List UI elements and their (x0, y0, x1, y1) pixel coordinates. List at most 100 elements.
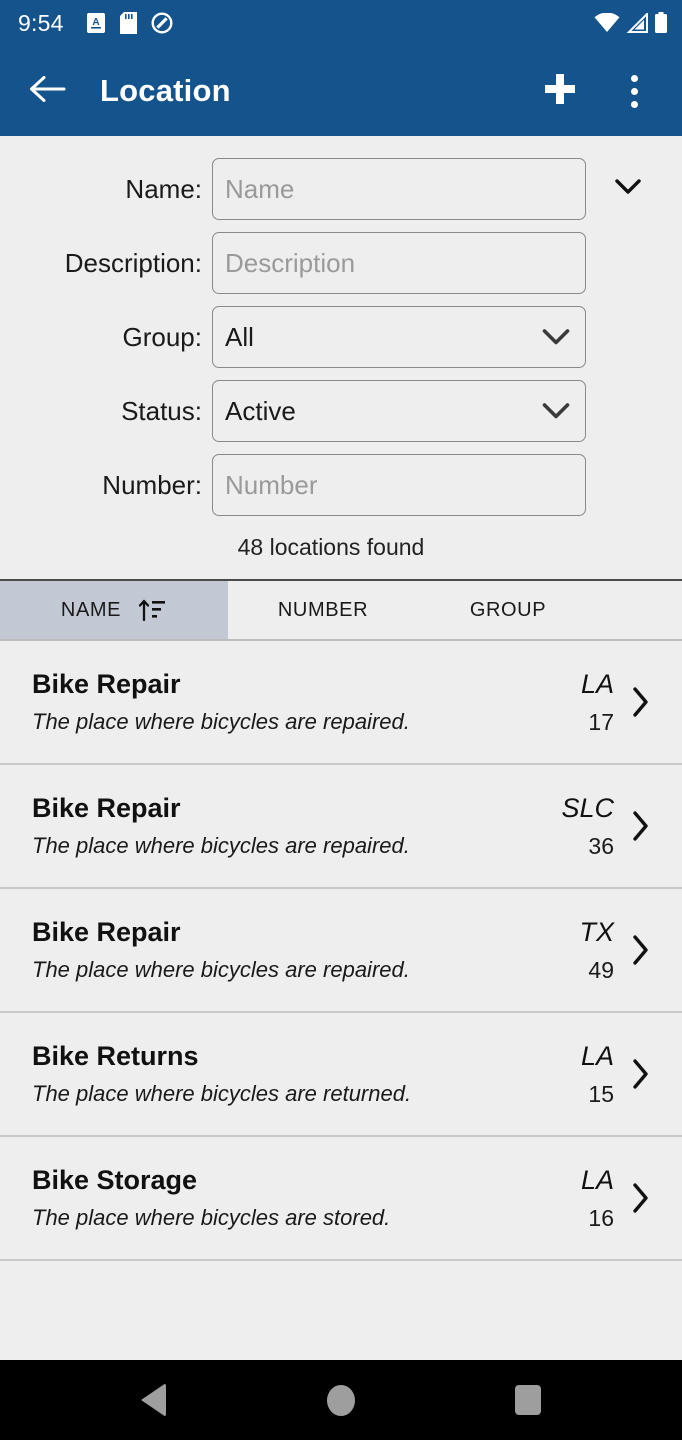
group-select[interactable]: All (212, 306, 586, 368)
chevron-right-icon (618, 1057, 664, 1091)
table-row[interactable]: Bike Repair The place where bicycles are… (0, 641, 682, 765)
row-text-block: Bike Repair The place where bicycles are… (32, 669, 528, 735)
row-meta-block: SLC 36 (528, 793, 618, 860)
name-input[interactable]: Name (212, 158, 586, 220)
screenshot-icon: A (86, 12, 106, 34)
wifi-icon (594, 13, 620, 33)
number-input[interactable]: Number (212, 454, 586, 516)
row-name: Bike Repair (32, 669, 181, 699)
description-input-placeholder: Description (225, 247, 356, 278)
description-input[interactable]: Description (212, 232, 586, 294)
row-meta-block: TX 49 (528, 917, 618, 984)
chevron-right-icon (618, 685, 664, 719)
cellular-signal-icon (626, 13, 648, 33)
row-group: LA (580, 1164, 614, 1195)
row-description: The place where bicycles are stored. (32, 1205, 391, 1230)
status-bar-notification-icons: A (86, 12, 173, 34)
row-text-block: Bike Returns The place where bicycles ar… (32, 1041, 528, 1107)
form-row-group: Group: All (0, 300, 682, 374)
row-description: The place where bicycles are repaired. (32, 833, 410, 858)
chevron-down-icon (541, 402, 571, 421)
phone-screen: 9:54 A Location Name: Name Description: … (0, 0, 682, 1440)
name-label: Name: (125, 173, 202, 204)
row-text-block: Bike Repair The place where bicycles are… (32, 917, 528, 983)
row-description: The place where bicycles are repaired. (32, 709, 410, 734)
chevron-down-icon (541, 328, 571, 347)
row-name: Bike Repair (32, 917, 181, 947)
row-number: 17 (588, 708, 614, 735)
add-location-button[interactable] (536, 67, 584, 115)
sort-ascending-icon (137, 595, 167, 625)
form-row-status: Status: Active (0, 374, 682, 448)
nav-home-button[interactable] (306, 1365, 376, 1435)
table-row-partial[interactable] (0, 1261, 682, 1295)
group-label: Group: (122, 321, 203, 352)
triangle-back-icon (141, 1383, 167, 1417)
nav-back-button[interactable] (119, 1365, 189, 1435)
name-suggestions-button[interactable] (608, 169, 648, 209)
form-row-description: Description: Description (0, 226, 682, 300)
status-label: Status: (121, 395, 202, 426)
sd-card-icon (119, 12, 137, 34)
row-meta-block: LA 17 (528, 669, 618, 736)
name-input-placeholder: Name (225, 173, 295, 204)
app-bar-actions (536, 67, 666, 115)
status-bar: 9:54 A (0, 0, 682, 46)
row-meta-block: LA 15 (528, 1041, 618, 1108)
location-list: Bike Repair The place where bicycles are… (0, 641, 682, 1295)
chevron-down-icon (614, 178, 642, 201)
chevron-right-icon (618, 809, 664, 843)
number-input-placeholder: Number (225, 469, 318, 500)
chevron-right-icon (618, 1181, 664, 1215)
location-search-form: Name: Name Description: Description Grou… (0, 136, 682, 579)
form-row-name: Name: Name (0, 152, 682, 226)
form-row-number: Number: Number (0, 448, 682, 522)
number-label: Number: (102, 469, 202, 500)
row-meta-block: LA 16 (528, 1165, 618, 1232)
row-group: LA (580, 1040, 614, 1071)
results-count: 48 locations found (237, 534, 425, 560)
description-label: Description: (64, 247, 202, 278)
column-header-group-label: GROUP (469, 598, 547, 621)
row-number: 16 (588, 1204, 614, 1231)
svg-text:A: A (92, 17, 99, 28)
plus-icon (542, 71, 578, 112)
row-text-block: Bike Storage The place where bicycles ar… (32, 1165, 528, 1231)
app-bar: Location (0, 46, 682, 136)
row-description: The place where bicycles are returned. (32, 1081, 412, 1106)
row-number: 36 (588, 832, 614, 859)
do-not-disturb-icon (151, 12, 173, 34)
overflow-menu-button[interactable] (610, 67, 658, 115)
table-row[interactable]: Bike Returns The place where bicycles ar… (0, 1013, 682, 1137)
row-name: Bike Returns (32, 1041, 199, 1071)
status-select-value: Active (225, 395, 296, 426)
nav-recents-button[interactable] (493, 1365, 563, 1435)
column-header-name-label: NAME (60, 598, 122, 621)
table-header: NAME NUMBER GROUP (0, 581, 682, 641)
circle-home-icon (326, 1384, 355, 1416)
row-description: The place where bicycles are repaired. (32, 957, 410, 982)
row-group: TX (579, 916, 614, 947)
arrow-left-icon (29, 74, 67, 109)
square-recents-icon (515, 1385, 542, 1415)
back-button[interactable] (22, 65, 74, 117)
column-header-group[interactable]: GROUP (418, 581, 598, 639)
column-header-number[interactable]: NUMBER (228, 581, 418, 639)
column-header-name[interactable]: NAME (0, 581, 228, 639)
table-row[interactable]: Bike Repair The place where bicycles are… (0, 889, 682, 1013)
row-name: Bike Repair (32, 793, 181, 823)
android-navigation-bar (0, 1360, 682, 1440)
more-vertical-icon (630, 74, 638, 108)
table-row[interactable]: Bike Storage The place where bicycles ar… (0, 1137, 682, 1261)
row-group: SLC (561, 792, 614, 823)
row-name: Bike Storage (32, 1165, 198, 1195)
status-bar-system-icons (594, 12, 668, 34)
row-group: LA (580, 668, 614, 699)
battery-icon (654, 12, 668, 34)
row-number: 15 (588, 1080, 614, 1107)
column-header-number-label: NUMBER (277, 598, 369, 621)
status-select[interactable]: Active (212, 380, 586, 442)
table-row[interactable]: Bike Repair The place where bicycles are… (0, 765, 682, 889)
group-select-value: All (225, 321, 254, 352)
chevron-right-icon (618, 933, 664, 967)
